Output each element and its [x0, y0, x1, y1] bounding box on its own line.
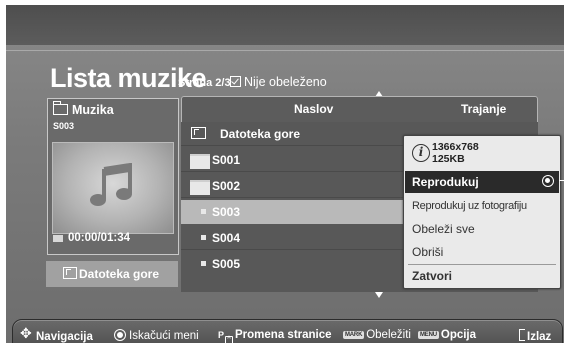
folder-icon — [190, 180, 210, 195]
progress-bar — [53, 235, 63, 242]
ok-button-icon — [114, 329, 126, 341]
preview-file-name: S003 — [53, 121, 75, 131]
pointer-line — [559, 180, 564, 181]
file-resolution: 1366x768 — [432, 141, 479, 153]
menu-item-mark-all[interactable]: Obeleži sve — [405, 218, 559, 240]
folder-up-icon — [191, 127, 206, 139]
info-icon: i — [412, 144, 430, 162]
menu-item-label: Zatvori — [412, 269, 453, 283]
menu-item-delete[interactable]: Obriši — [405, 241, 559, 263]
column-title: Naslov — [294, 102, 334, 116]
file-size: 125KB — [432, 153, 465, 165]
help-mark-label: Obeležiti — [366, 329, 411, 341]
help-option-label: Opcija — [440, 329, 477, 341]
folder-up-icon — [63, 267, 77, 279]
help-exit-label: Izlaz — [527, 331, 552, 343]
column-duration: Trajanje — [461, 102, 507, 116]
list-item-label: S005 — [212, 257, 241, 271]
menu-item-play-with-photo[interactable]: Reprodukuj uz fotografiju — [405, 195, 559, 217]
preview-card: Muzika S003 00:00/01:34 — [47, 98, 179, 255]
scroll-down-arrow-icon[interactable] — [375, 292, 383, 298]
checkbox-icon — [230, 76, 241, 87]
list-item-label: S003 — [212, 205, 241, 219]
help-popup: Iskačući meni — [114, 329, 199, 342]
menu-item-close[interactable]: Zatvori — [405, 265, 559, 287]
menu-item-label: Obeleži sve — [412, 222, 475, 236]
top-band — [6, 5, 564, 45]
help-bar: Navigacija Iskačući meni P^Promena stran… — [12, 319, 563, 343]
audio-file-icon — [201, 235, 206, 240]
tv-screen: Lista muzike Strana 2/3 Nije obeleženo M… — [6, 5, 564, 343]
page-key-label: P — [218, 330, 225, 340]
list-item-label: S002 — [212, 179, 241, 193]
list-item-label: S001 — [212, 153, 241, 167]
folder-icon — [53, 101, 68, 115]
navigation-arrows-icon — [20, 326, 34, 342]
music-thumbnail — [52, 142, 174, 234]
folder-icon — [190, 154, 210, 169]
page-indicator: Strana 2/3 — [178, 77, 231, 89]
menu-item-label: Reprodukuj uz fotografiju — [412, 200, 527, 212]
menu-key-icon: MENU — [418, 331, 439, 339]
help-navigation: Navigacija — [20, 326, 93, 343]
marked-status-label: Nije obeleženo — [244, 75, 327, 89]
audio-file-icon — [201, 261, 206, 266]
help-page: P ^ Promena stranice — [218, 329, 332, 343]
list-header: Naslov Trajanje — [181, 96, 538, 123]
help-popup-label: Iskačući meni — [129, 330, 199, 342]
parent-folder-button[interactable]: Datoteka gore — [46, 261, 178, 287]
marked-status: Nije obeleženo — [230, 75, 327, 89]
help-page-label: Promena stranice — [235, 329, 332, 341]
playback-time: 00:00/01:34 — [68, 232, 131, 244]
radio-selected-icon — [542, 175, 554, 187]
help-exit: Izlaz — [519, 329, 551, 343]
preview-folder: Muzika — [53, 101, 114, 117]
list-item-label: Datoteka gore — [220, 127, 301, 141]
divider — [6, 50, 564, 51]
exit-icon — [519, 329, 525, 341]
help-option: MENU Opcija — [418, 329, 476, 341]
popup-menu: i 1366x768 125KB Reprodukuj Reprodukuj u… — [403, 135, 561, 289]
parent-folder-label: Datoteka gore — [79, 267, 160, 281]
file-info: i 1366x768 125KB — [404, 136, 560, 170]
menu-item-play[interactable]: Reprodukuj — [405, 171, 559, 193]
audio-file-icon — [201, 209, 206, 214]
help-mark: MARK Obeležiti — [343, 329, 411, 341]
list-item-label: S004 — [212, 231, 241, 245]
page-rocker-icon: ^ — [225, 336, 234, 343]
menu-item-label: Reprodukuj — [412, 175, 479, 189]
menu-item-label: Obriši — [412, 245, 444, 259]
preview-folder-name: Muzika — [72, 103, 114, 117]
help-navigation-label: Navigacija — [36, 331, 93, 343]
mark-key-icon: MARK — [343, 331, 365, 339]
music-note-icon — [90, 163, 132, 206]
